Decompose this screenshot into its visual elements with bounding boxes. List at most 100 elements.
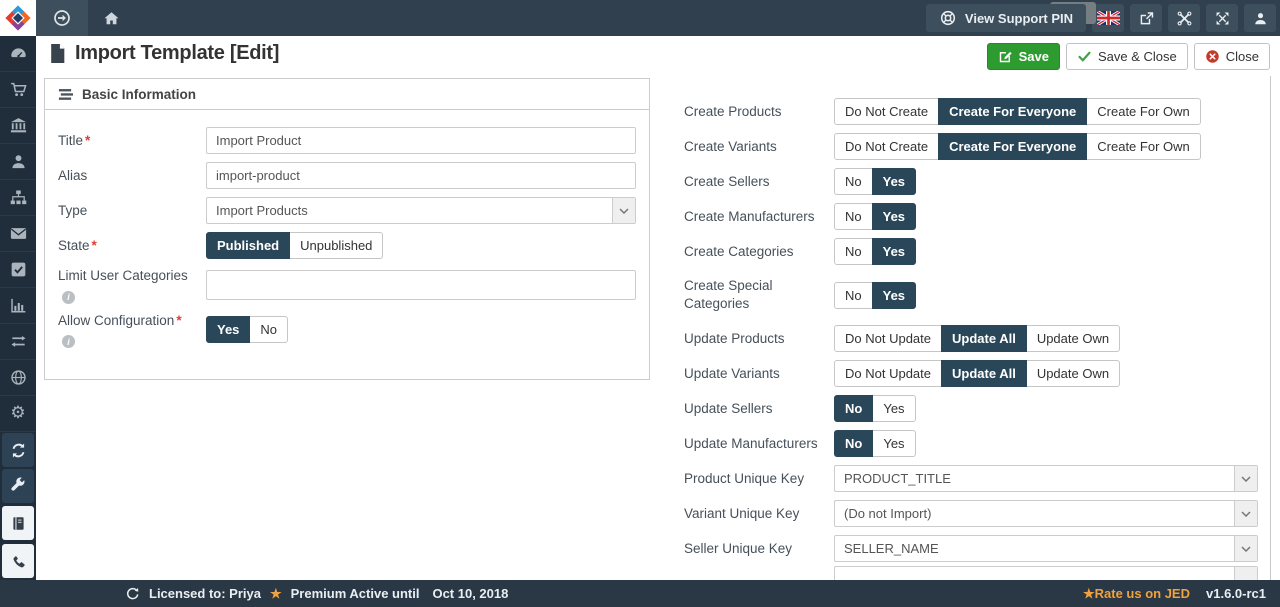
create-variants-do-not-create-button[interactable]: Do Not Create — [834, 133, 940, 160]
create-categories-no-button[interactable]: No — [834, 238, 873, 265]
chevron-down-icon — [1234, 501, 1257, 526]
create-products-do-not-create-button[interactable]: Do Not Create — [834, 98, 940, 125]
star-icon: ★ — [269, 585, 282, 601]
bank-icon — [10, 118, 26, 133]
update-products-do-not-update-button[interactable]: Do Not Update — [834, 325, 942, 352]
sidebar-item-sync[interactable] — [2, 433, 34, 467]
version-text: v1.6.0-rc1 — [1206, 586, 1266, 601]
update-variants-update-all-button[interactable]: Update All — [941, 360, 1027, 387]
sidebar-item-reports[interactable] — [0, 288, 36, 324]
sidebar-item-transactions[interactable] — [0, 324, 36, 360]
sidebar: ⚙ — [0, 36, 36, 580]
field-alias: Alias — [58, 162, 636, 189]
row-update-products: Update Products Do Not Update Update All… — [684, 321, 1258, 356]
fullscreen-button[interactable] — [1206, 4, 1238, 32]
external-link-button[interactable] — [1130, 4, 1162, 32]
create-sellers-yes-button[interactable]: Yes — [871, 168, 917, 195]
allow-configuration-no-button[interactable]: No — [249, 316, 289, 344]
save-and-close-button[interactable]: Save & Close — [1065, 43, 1188, 70]
create-categories-yes-button[interactable]: Yes — [871, 238, 917, 265]
title-input[interactable] — [206, 127, 636, 154]
create-variants-create-for-own-button[interactable]: Create For Own — [1086, 133, 1201, 160]
create-manufacturers-yes-button[interactable]: Yes — [871, 203, 917, 230]
sidebar-item-dashboard[interactable] — [0, 36, 36, 72]
logo-icon — [5, 5, 31, 31]
refresh-icon[interactable] — [125, 586, 140, 601]
update-manufacturers-toggle-group: No Yes — [834, 430, 916, 457]
state-unpublished-button[interactable]: Unpublished — [289, 232, 384, 259]
update-products-update-all-button[interactable]: Update All — [941, 325, 1027, 352]
sidebar-item-categories[interactable] — [0, 180, 36, 216]
licensed-to-text: Licensed to: Priya — [149, 586, 261, 601]
page-title: Import Template [Edit] — [75, 42, 280, 64]
type-select[interactable]: Import Products — [206, 197, 636, 224]
topbar-actions: View Support PIN — [925, 4, 1276, 32]
create-sellers-no-button[interactable]: No — [834, 168, 873, 195]
create-manufacturers-no-button[interactable]: No — [834, 203, 873, 230]
dashboard-icon — [10, 48, 26, 58]
field-allow-configuration: Allow Configuration * i Yes No — [58, 312, 636, 348]
product-unique-key-select[interactable]: PRODUCT_TITLE — [834, 465, 1258, 492]
import-settings-column: Create Products Do Not Create Create For… — [684, 94, 1258, 580]
sidebar-item-settings[interactable]: ⚙ — [0, 396, 36, 432]
allow-configuration-yes-button[interactable]: Yes — [206, 316, 251, 344]
close-label: Close — [1225, 49, 1259, 64]
create-products-create-for-own-button[interactable]: Create For Own — [1086, 98, 1201, 125]
toggle-menu-button[interactable] — [36, 0, 88, 36]
update-manufacturers-no-button[interactable]: No — [834, 430, 874, 457]
sidebar-item-customers[interactable] — [0, 144, 36, 180]
row-variant-unique-key: Variant Unique Key (Do not Import) — [684, 496, 1258, 531]
variant-unique-key-select[interactable]: (Do not Import) — [834, 500, 1258, 527]
gear-icon: ⚙ — [10, 403, 26, 423]
limit-user-categories-input[interactable] — [206, 270, 636, 301]
partial-select[interactable] — [834, 566, 1258, 580]
create-products-create-for-everyone-button[interactable]: Create For Everyone — [938, 98, 1088, 125]
app-logo[interactable] — [0, 0, 36, 36]
sidebar-item-messages[interactable] — [0, 216, 36, 252]
update-variants-update-own-button[interactable]: Update Own — [1025, 360, 1121, 387]
sidebar-item-docs[interactable] — [2, 506, 34, 540]
update-manufacturers-yes-button[interactable]: Yes — [872, 430, 916, 457]
create-special-categories-yes-button[interactable]: Yes — [871, 281, 917, 309]
joomla-button[interactable] — [1168, 4, 1200, 32]
create-variants-create-for-everyone-button[interactable]: Create For Everyone — [938, 133, 1088, 160]
create-special-categories-no-button[interactable]: No — [834, 281, 873, 309]
info-icon: i — [62, 290, 75, 304]
scroll-divider — [1270, 76, 1271, 580]
uk-flag-icon — [1096, 11, 1120, 25]
state-published-button[interactable]: Published — [206, 232, 291, 259]
topbar: View Support PIN — [0, 0, 1280, 36]
exchange-arrows-icon — [10, 335, 26, 347]
variant-unique-key-value: (Do not Import) — [844, 506, 932, 521]
allow-configuration-label: Allow Configuration * i — [58, 312, 182, 348]
sidebar-item-store[interactable] — [0, 72, 36, 108]
create-variants-toggle-group: Do Not Create Create For Everyone Create… — [834, 133, 1201, 160]
language-flag-button[interactable] — [1092, 4, 1124, 32]
panel-title: Basic Information — [82, 86, 197, 102]
seller-unique-key-select[interactable]: SELLER_NAME — [834, 535, 1258, 562]
view-support-pin-button[interactable]: View Support PIN — [925, 4, 1086, 32]
sidebar-item-support[interactable] — [2, 544, 34, 578]
rate-us-on-jed-link[interactable]: ★Rate us on JED — [1083, 586, 1190, 602]
update-variants-toggle-group: Do Not Update Update All Update Own — [834, 360, 1121, 387]
save-button[interactable]: Save — [986, 43, 1060, 70]
update-sellers-yes-button[interactable]: Yes — [872, 395, 916, 422]
update-products-toggle-group: Do Not Update Update All Update Own — [834, 325, 1121, 352]
row-update-manufacturers: Update Manufacturers No Yes — [684, 426, 1258, 461]
premium-active-text: Premium Active until — [290, 586, 420, 601]
alias-input[interactable] — [206, 162, 636, 189]
sidebar-item-tools[interactable] — [2, 469, 34, 503]
import-template-edit-page: View Support PIN ⚙ Import Template [Edit… — [0, 0, 1280, 607]
update-sellers-no-button[interactable]: No — [834, 395, 874, 422]
sidebar-item-finance[interactable] — [0, 108, 36, 144]
close-button[interactable]: Close — [1193, 43, 1270, 70]
home-button[interactable] — [96, 0, 126, 36]
user-menu-button[interactable] — [1244, 4, 1276, 32]
sidebar-item-orders[interactable] — [0, 252, 36, 288]
panel-body: Title* Alias Type — [45, 110, 649, 373]
close-circle-icon — [1206, 50, 1219, 63]
update-products-update-own-button[interactable]: Update Own — [1025, 325, 1121, 352]
update-variants-do-not-update-button[interactable]: Do Not Update — [834, 360, 942, 387]
circle-arrow-icon — [54, 10, 70, 26]
sidebar-item-site[interactable] — [0, 360, 36, 396]
